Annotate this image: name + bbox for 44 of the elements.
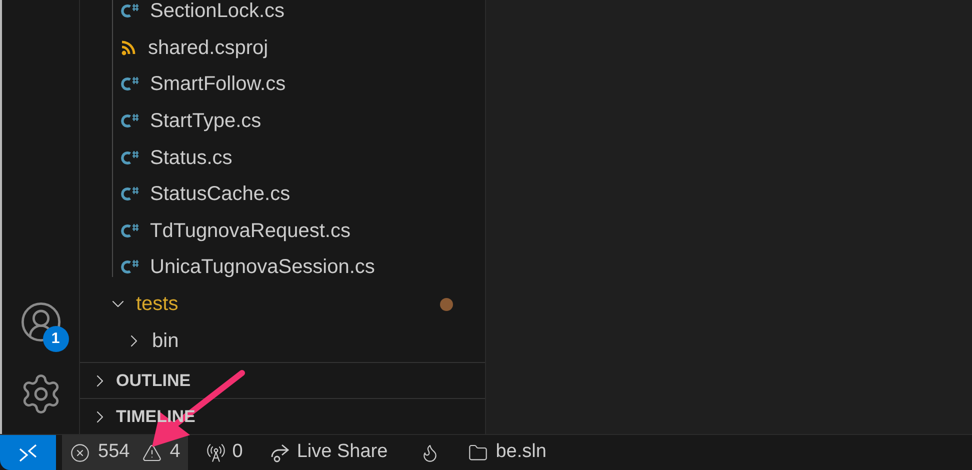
file-row[interactable]: SectionLock.cs — [80, 0, 485, 30]
error-count: 554 — [98, 440, 130, 464]
csharp-file-icon — [120, 185, 140, 204]
remote-icon — [17, 442, 39, 462]
file-name: SmartFollow.cs — [150, 72, 286, 98]
csharp-file-icon — [120, 222, 140, 240]
csharp-file-icon — [120, 75, 140, 94]
section-header[interactable]: OUTLINE — [80, 362, 485, 398]
solution-button[interactable]: be.sln — [462, 435, 552, 470]
warning-count: 4 — [170, 440, 180, 464]
folder-row[interactable]: bin — [80, 322, 485, 359]
file-name: UnicaTugnovaSession.cs — [150, 255, 375, 280]
folder-name: tests — [136, 292, 178, 318]
file-row[interactable]: StatusCache.cs — [80, 176, 485, 213]
remote-button[interactable] — [0, 435, 56, 470]
file-name: Status.cs — [150, 146, 232, 171]
file-row[interactable]: SmartFollow.cs — [80, 66, 485, 103]
notification-badge: 1 — [42, 326, 68, 352]
live-share-button[interactable]: Live Share — [262, 435, 394, 470]
ports-button[interactable]: 0 — [200, 435, 249, 470]
error-icon — [70, 442, 90, 462]
csharp-file-icon — [120, 258, 140, 276]
csharp-file-icon — [120, 148, 140, 167]
file-row[interactable]: shared.csproj — [80, 30, 485, 66]
broadcast-icon — [206, 442, 226, 462]
file-name: shared.csproj — [148, 36, 268, 61]
folder-row[interactable]: tests — [80, 286, 485, 322]
file-row[interactable]: TdTugnovaRequest.cs — [80, 212, 485, 250]
file-name: StartType.cs — [150, 109, 262, 134]
warning-icon — [142, 442, 162, 462]
share-arrow-icon — [268, 442, 291, 462]
file-name: TdTugnovaRequest.cs — [150, 218, 350, 244]
folder-name: bin — [152, 328, 179, 354]
section-title: OUTLINE — [116, 372, 191, 389]
file-row[interactable]: StartType.cs — [80, 102, 485, 140]
csharp-file-icon — [120, 2, 140, 20]
csharp-file-icon — [120, 112, 140, 130]
file-row[interactable]: UnicaTugnovaSession.cs — [80, 249, 485, 286]
folder-icon — [468, 442, 488, 462]
file-row[interactable]: Status.cs — [80, 139, 485, 176]
rss-icon — [120, 40, 138, 56]
problems-button[interactable]: 554 4 — [62, 435, 188, 470]
file-name: SectionLock.cs — [150, 0, 285, 24]
file-name: StatusCache.cs — [150, 182, 290, 208]
